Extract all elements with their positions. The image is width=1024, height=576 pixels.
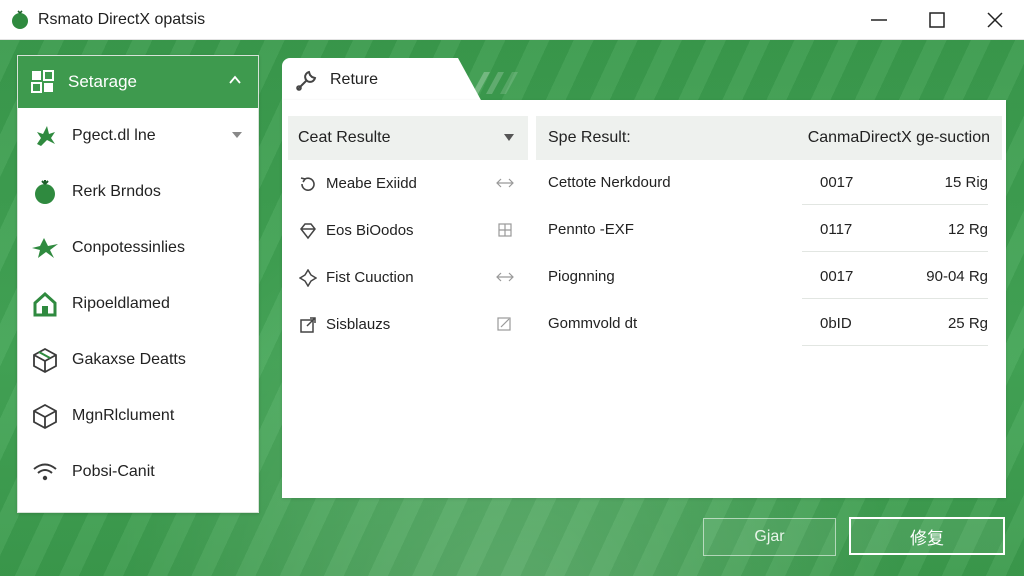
repair-button[interactable]: 修复 bbox=[849, 517, 1005, 555]
row-divider bbox=[802, 345, 988, 346]
main-panel: Ceat Resulte Meabe Exiidd Eos BiOodos Fi… bbox=[282, 100, 1006, 498]
list-item[interactable]: Fist Cuuction bbox=[288, 254, 528, 301]
chevron-up-icon bbox=[229, 75, 241, 84]
refresh-icon bbox=[298, 174, 318, 194]
table-row[interactable]: Cettote Nerkdourd 0017 15 Rig bbox=[536, 160, 1002, 207]
row-value: 25 Rg bbox=[947, 315, 988, 332]
table-header-right: CanmaDirectX ge-suction bbox=[807, 129, 990, 146]
tomato-icon bbox=[12, 9, 28, 29]
sidebar-item-brands[interactable]: Rerk Brndos bbox=[18, 164, 258, 220]
sidebar-item-label: Pobsi-Canit bbox=[72, 463, 155, 480]
left-result-list: Ceat Resulte Meabe Exiidd Eos BiOodos Fi… bbox=[288, 116, 528, 348]
result-select-label: Ceat Resulte bbox=[298, 129, 391, 146]
home-icon bbox=[30, 289, 60, 319]
sidebar-item-reloaded[interactable]: Ripoeldlamed bbox=[18, 276, 258, 332]
table-header: Spe Result: CanmaDirectX ge-suction bbox=[536, 116, 1002, 160]
sidebar-item-label: Rerk Brndos bbox=[72, 183, 161, 200]
sidebar-item-details[interactable]: Gakaxse Deatts bbox=[18, 332, 258, 388]
minimize-button[interactable] bbox=[850, 0, 908, 40]
table-row[interactable]: Gommvold dt 0bID 25 Rg bbox=[536, 301, 1002, 348]
row-divider bbox=[802, 251, 988, 252]
box-icon bbox=[30, 345, 60, 375]
result-select[interactable]: Ceat Resulte bbox=[288, 116, 528, 160]
table-header-left: Spe Result: bbox=[548, 129, 631, 146]
sidebar-header[interactable]: Setarage bbox=[18, 56, 258, 108]
dropdown-arrow-icon bbox=[504, 134, 514, 141]
row-code: 0017 bbox=[820, 268, 854, 285]
window-title: Rsmato DirectX opatsis bbox=[38, 10, 206, 28]
sidebar-item-connect[interactable]: Pobsi-Canit bbox=[18, 444, 258, 500]
row-name: Piognning bbox=[548, 268, 615, 285]
wrench-icon bbox=[296, 70, 317, 91]
sidebar-item-components[interactable]: Conpotessinlies bbox=[18, 220, 258, 276]
window-controls bbox=[850, 0, 1024, 40]
list-item-label: Meabe Exiidd bbox=[326, 175, 417, 192]
maximize-icon bbox=[929, 12, 945, 28]
table-row[interactable]: Pennto -EXF 0117 12 Rg bbox=[536, 207, 1002, 254]
grid-icon bbox=[498, 223, 512, 237]
sidebar-item-label: Pgect.dl lne bbox=[72, 127, 156, 144]
sidebar-item-label: Ripoeldlamed bbox=[72, 295, 170, 312]
tab-decoration bbox=[472, 72, 518, 94]
sidebar-item-label: Gakaxse Deatts bbox=[72, 351, 186, 368]
row-code: 0117 bbox=[820, 221, 853, 238]
sidebar-header-label: Setarage bbox=[68, 72, 137, 91]
maximize-button[interactable] bbox=[908, 0, 966, 40]
row-divider bbox=[802, 204, 988, 205]
title-bar: Rsmato DirectX opatsis bbox=[0, 0, 1024, 40]
minimize-icon bbox=[871, 19, 887, 21]
puzzle-icon bbox=[298, 268, 318, 288]
grid-settings-icon bbox=[31, 70, 54, 93]
tomato-icon bbox=[30, 177, 60, 207]
link-icon bbox=[496, 178, 514, 188]
edit-icon bbox=[497, 317, 511, 331]
close-icon bbox=[987, 12, 1003, 28]
tab-label: Reture bbox=[330, 71, 379, 88]
row-name: Cettote Nerkdourd bbox=[548, 174, 671, 191]
wifi-icon bbox=[30, 457, 60, 487]
list-item[interactable]: Sisblauzs bbox=[288, 301, 528, 348]
lizard-icon bbox=[30, 233, 60, 263]
gem-icon bbox=[298, 221, 318, 241]
row-name: Pennto -EXF bbox=[548, 221, 634, 238]
gecko-icon bbox=[30, 121, 60, 151]
sidebar-item-project[interactable]: Pgect.dl lne bbox=[18, 108, 258, 164]
row-divider bbox=[802, 298, 988, 299]
cube-icon bbox=[30, 401, 60, 431]
list-item[interactable]: Eos BiOodos bbox=[288, 207, 528, 254]
row-value: 90-04 Rg bbox=[926, 268, 988, 285]
list-item-label: Fist Cuuction bbox=[326, 269, 414, 286]
list-item-label: Sisblauzs bbox=[326, 316, 391, 333]
row-code: 0017 bbox=[820, 174, 854, 191]
tab-reture[interactable]: Reture bbox=[282, 58, 482, 102]
table-row[interactable]: Piognning 0017 90-04 Rg bbox=[536, 254, 1002, 301]
result-table: Spe Result: CanmaDirectX ge-suction Cett… bbox=[536, 116, 1002, 348]
sidebar-item-management[interactable]: MgnRlclument bbox=[18, 388, 258, 444]
secondary-button[interactable]: Gjar bbox=[703, 518, 836, 556]
list-item-label: Eos BiOodos bbox=[326, 222, 414, 239]
row-value: 15 Rig bbox=[944, 174, 988, 191]
external-icon bbox=[298, 315, 318, 335]
list-item[interactable]: Meabe Exiidd bbox=[288, 160, 528, 207]
sidebar: Setarage Pgect.dl lne Rerk Brndos Conpot… bbox=[17, 55, 259, 513]
link-icon bbox=[496, 272, 514, 282]
row-value: 12 Rg bbox=[947, 221, 988, 238]
sidebar-item-label: MgnRlclument bbox=[72, 407, 175, 424]
close-button[interactable] bbox=[966, 0, 1024, 40]
chevron-down-icon bbox=[232, 132, 242, 138]
row-name: Gommvold dt bbox=[548, 315, 638, 332]
row-code: 0bID bbox=[820, 315, 852, 332]
sidebar-item-label: Conpotessinlies bbox=[72, 239, 185, 256]
